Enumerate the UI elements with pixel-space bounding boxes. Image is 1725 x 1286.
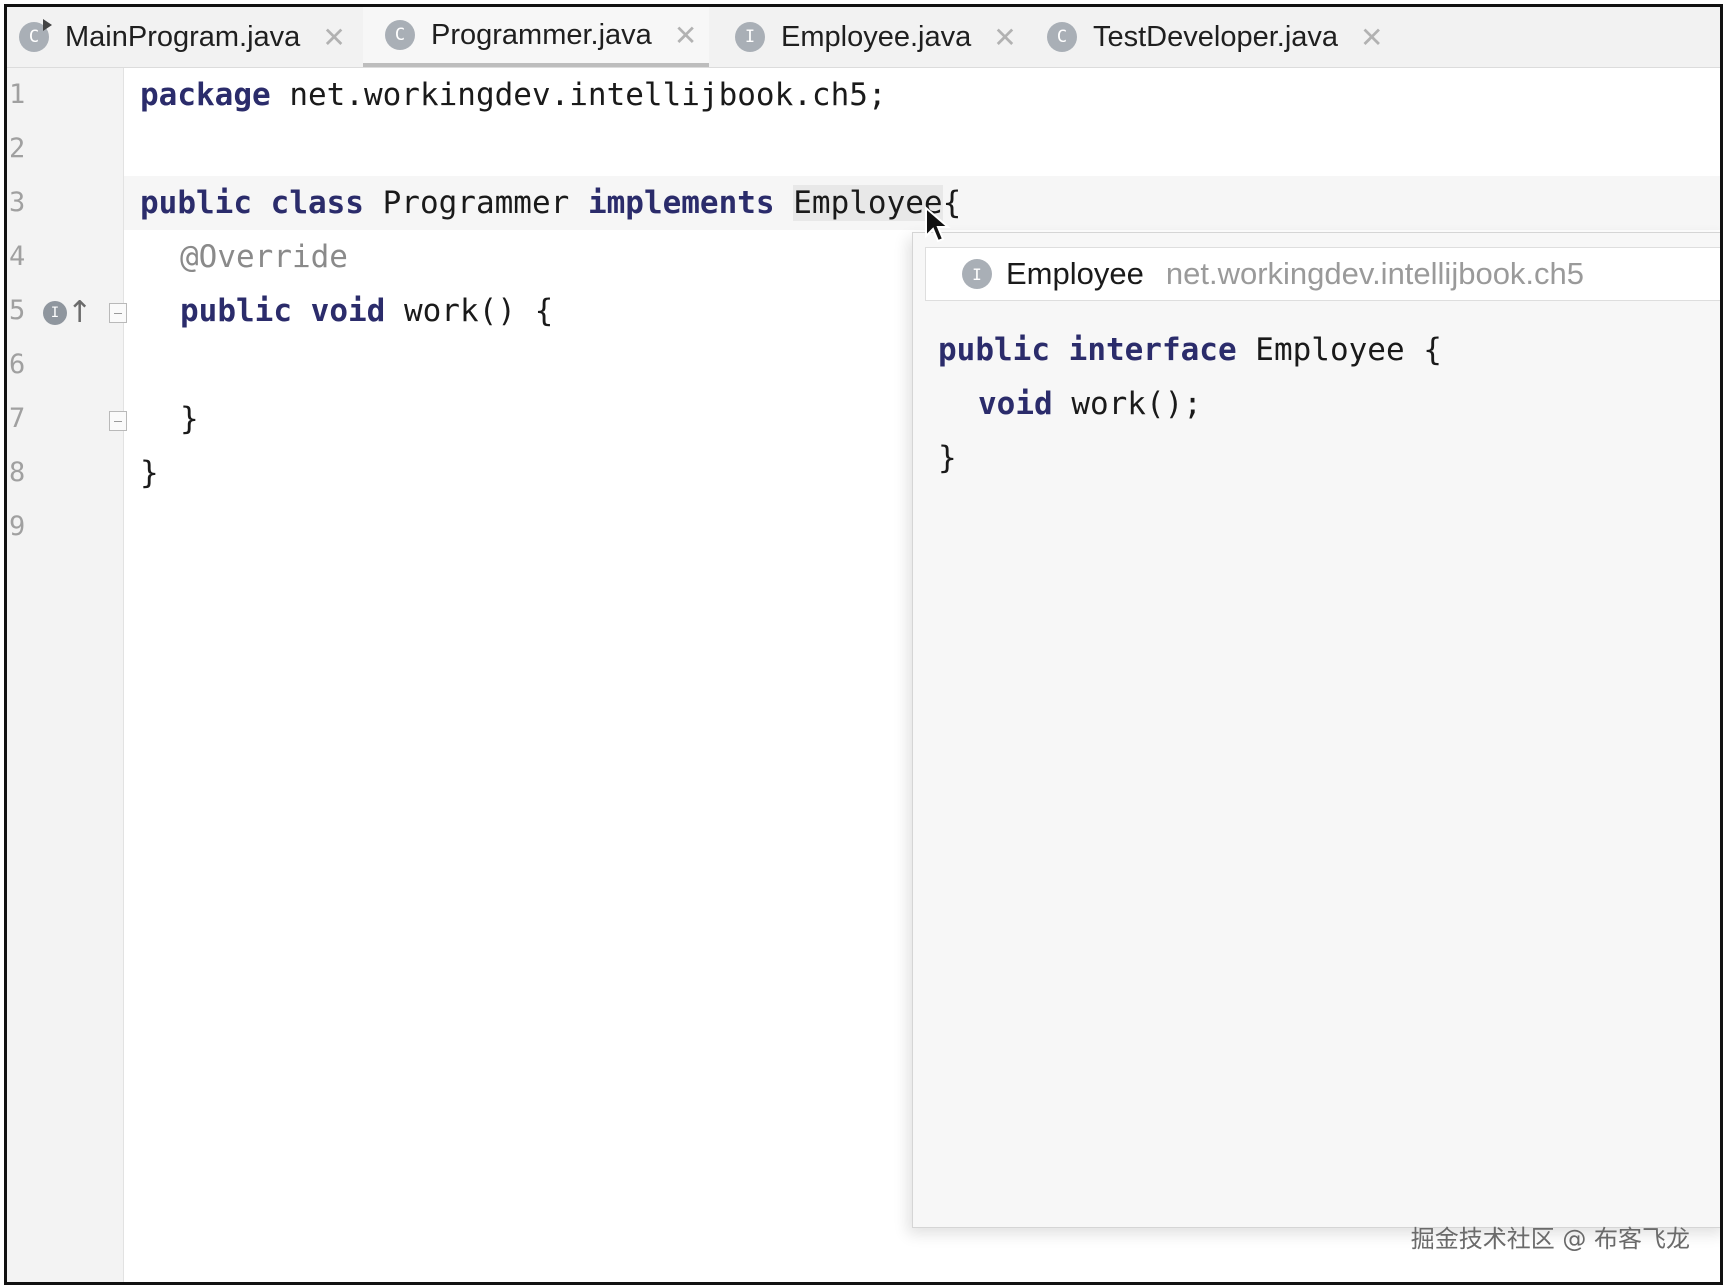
- line-number: 7: [9, 403, 26, 434]
- line-number: 2: [9, 133, 26, 164]
- close-tab-icon[interactable]: ✕: [674, 19, 697, 52]
- tab-programmer[interactable]: C Programmer.java ✕: [363, 7, 710, 67]
- line-number: 8: [9, 457, 26, 488]
- code-text: Employee {: [1236, 332, 1442, 368]
- code-line-3: public class Programmer implements Emplo…: [124, 176, 1720, 230]
- interface-icon: I: [735, 22, 765, 52]
- type-reference-link[interactable]: Employee: [793, 185, 943, 221]
- line-number: 6: [9, 349, 26, 380]
- interface-icon: I: [962, 259, 992, 289]
- code-text: }: [180, 401, 199, 437]
- line-number: 3: [9, 187, 26, 218]
- keyword: void: [310, 293, 386, 329]
- keyword: public: [938, 332, 1050, 368]
- popup-code-line-1: public interface Employee {: [938, 323, 1442, 377]
- tab-label: Programmer.java: [431, 18, 652, 51]
- code-text: work() {: [385, 293, 554, 329]
- line-number: 1: [9, 79, 26, 110]
- line-number: 5: [9, 295, 26, 326]
- code-text: work();: [1052, 386, 1202, 422]
- annotation: @Override: [180, 239, 348, 275]
- tab-label: Employee.java: [781, 20, 972, 53]
- keyword: interface: [1068, 332, 1237, 368]
- tab-employee[interactable]: I Employee.java ✕: [735, 7, 1017, 67]
- line-number: 9: [9, 511, 26, 542]
- ide-window: C MainProgram.java ✕ C Programmer.java ✕…: [4, 4, 1723, 1285]
- class-icon: C: [19, 19, 52, 52]
- keyword: implements: [587, 185, 775, 221]
- editor-tab-bar: C MainProgram.java ✕ C Programmer.java ✕…: [7, 7, 1720, 68]
- tab-label: TestDeveloper.java: [1093, 20, 1339, 53]
- code-text: }: [938, 440, 957, 476]
- class-icon: C: [385, 20, 415, 50]
- watermark: 掘金技术社区 @ 布客飞龙: [1410, 1225, 1690, 1253]
- mouse-pointer-icon: [925, 206, 951, 243]
- keyword: void: [978, 386, 1053, 422]
- popup-header[interactable]: I Employee net.workingdev.intellijbook.c…: [925, 247, 1720, 301]
- run-marker-icon: [43, 19, 52, 31]
- close-tab-icon[interactable]: ✕: [322, 21, 345, 54]
- popup-code-line-3: }: [938, 431, 957, 485]
- close-tab-icon[interactable]: ✕: [993, 21, 1016, 54]
- quick-definition-popup[interactable]: I Employee net.workingdev.intellijbook.c…: [912, 232, 1720, 1228]
- popup-code-line-2: void work();: [978, 377, 1202, 431]
- line-number: 4: [9, 241, 26, 272]
- code-line-1: package net.workingdev.intellijbook.ch5;: [124, 68, 1720, 122]
- keyword: public: [140, 185, 252, 221]
- keyword: package: [140, 77, 271, 113]
- tab-mainprogram[interactable]: C MainProgram.java ✕: [19, 7, 346, 67]
- class-icon: C: [1047, 22, 1077, 52]
- close-tab-icon[interactable]: ✕: [1360, 21, 1383, 54]
- code-text: net.workingdev.intellijbook.ch5;: [270, 77, 887, 113]
- implements-method-icon[interactable]: I ↑: [43, 295, 92, 331]
- tab-testdeveloper[interactable]: C TestDeveloper.java ✕: [1047, 7, 1384, 67]
- popup-type-name: Employee: [1006, 256, 1144, 291]
- arrow-up-icon: ↑: [67, 295, 93, 330]
- code-text: }: [140, 455, 159, 491]
- code-text: Programmer: [363, 185, 588, 221]
- keyword: public: [180, 293, 292, 329]
- tab-label: MainProgram.java: [65, 20, 301, 53]
- popup-package-name: net.workingdev.intellijbook.ch5: [1165, 256, 1585, 291]
- keyword: class: [270, 185, 364, 221]
- editor-gutter: 1 2 3 4 5 6 7 8 9: [7, 68, 124, 1282]
